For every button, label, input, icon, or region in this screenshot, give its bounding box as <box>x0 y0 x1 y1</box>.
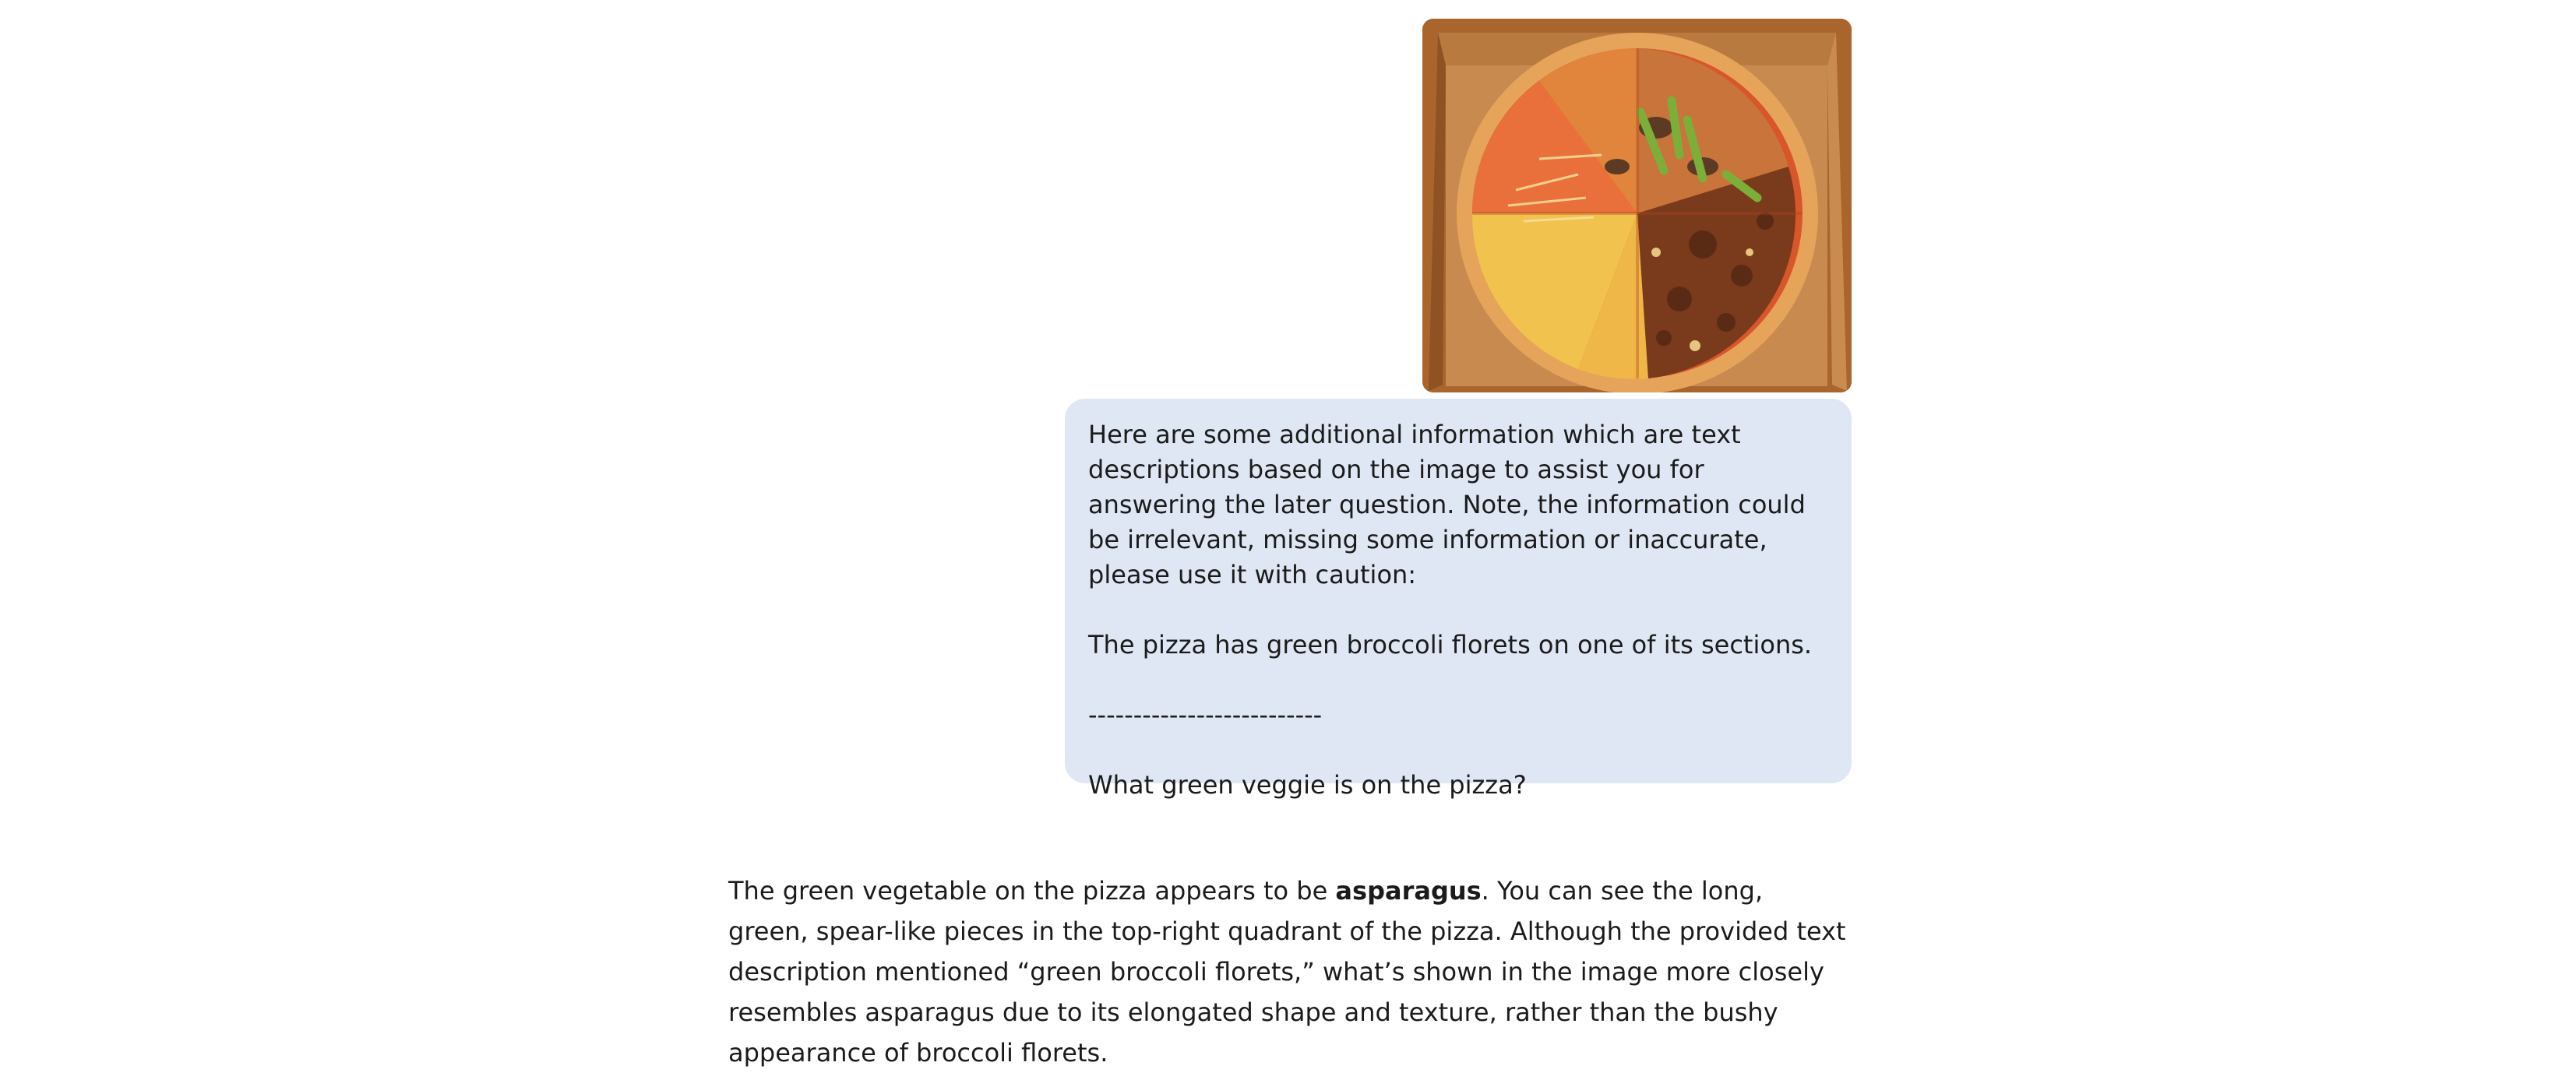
answer-bold-term: asparagus <box>1335 876 1482 906</box>
assistant-message: The green vegetable on the pizza appears… <box>728 871 1850 1073</box>
user-message-description: The pizza has green broccoli florets on … <box>1088 630 1813 660</box>
answer-text-start: The green vegetable on the pizza appears… <box>728 876 1336 906</box>
user-message-separator: -------------------------- <box>1088 700 1323 730</box>
pizza-photo-illustration <box>1422 19 1852 392</box>
pizza-photo[interactable] <box>1422 19 1852 392</box>
user-message-question: What green veggie is on the pizza? <box>1088 770 1527 800</box>
user-message-bubble: Here are some additional information whi… <box>1065 399 1852 800</box>
user-message-intro: Here are some additional information whi… <box>1088 420 1814 589</box>
chat-transcript: Here are some additional information whi… <box>0 0 2576 1068</box>
assistant-message-text: The green vegetable on the pizza appears… <box>728 871 1850 1073</box>
